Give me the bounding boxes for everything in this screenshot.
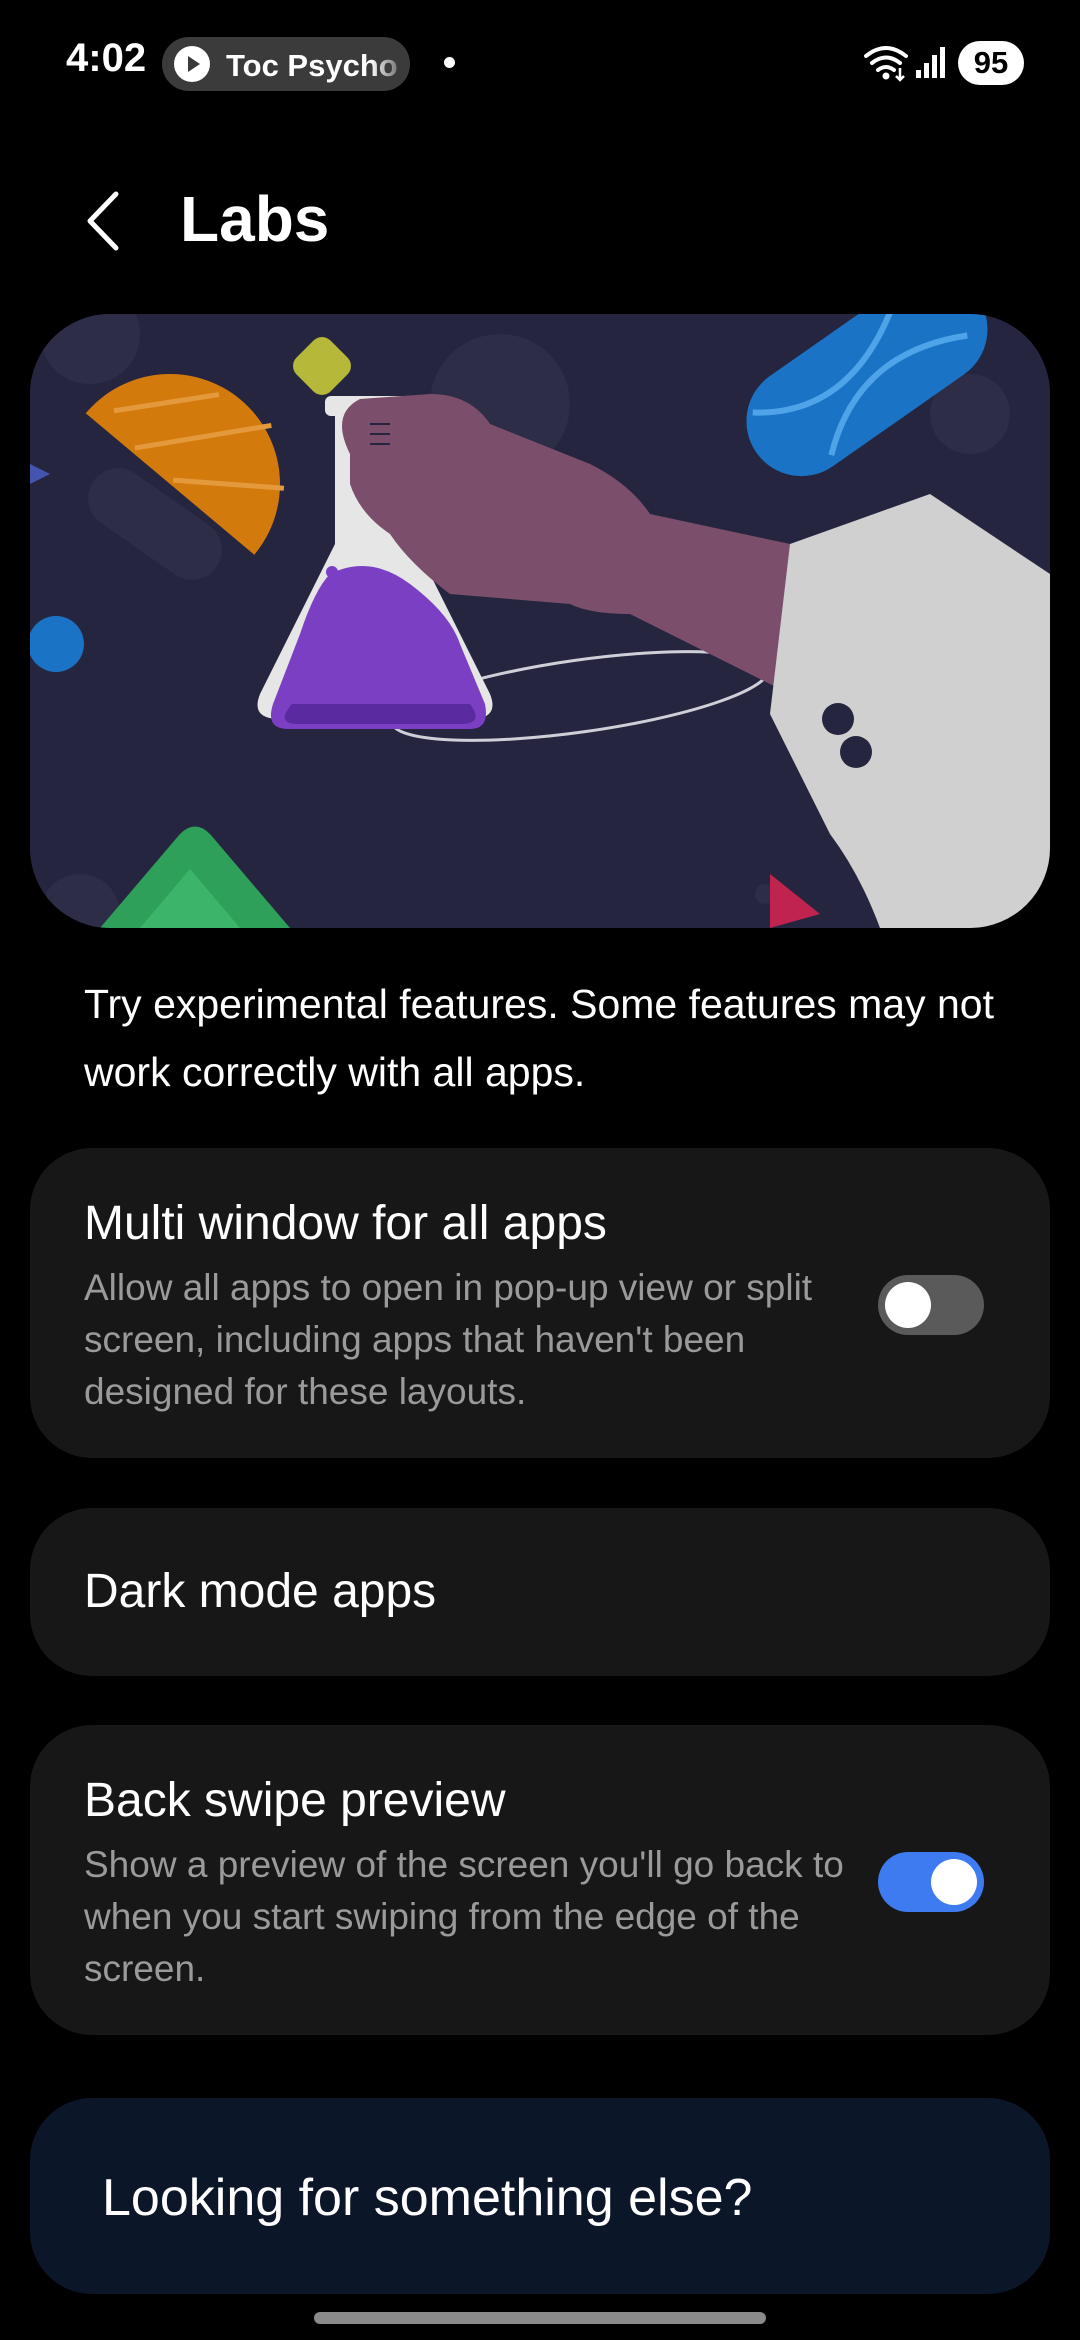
back-swipe-preview-setting[interactable]: Back swipe preview Show a preview of the…	[30, 1725, 1050, 2035]
lab-flask-illustration-icon	[30, 314, 1050, 928]
multi-window-title: Multi window for all apps	[84, 1197, 607, 1250]
status-bar: 4:02 Toc Psycho 95	[0, 0, 1080, 130]
media-chip[interactable]: Toc Psycho	[162, 37, 410, 91]
toggle-knob	[931, 1859, 977, 1905]
play-icon	[174, 46, 210, 82]
status-time: 4:02	[66, 36, 147, 80]
labs-hero-illustration	[30, 314, 1050, 928]
signal-icon	[916, 47, 945, 78]
battery-indicator: 95	[958, 41, 1024, 85]
labs-screen: 4:02 Toc Psycho 95 Labs Try experimental…	[0, 0, 1080, 2340]
wifi-icon	[864, 46, 908, 82]
labs-description: Try experimental features. Some features…	[84, 981, 994, 1095]
toggle-knob	[885, 1282, 931, 1328]
page-title: Labs	[180, 183, 330, 255]
notification-dot-icon	[444, 57, 455, 68]
multi-window-toggle[interactable]	[878, 1275, 984, 1335]
looking-for-something-else-card[interactable]: Looking for something else?	[30, 2098, 1050, 2294]
back-swipe-preview-title: Back swipe preview	[84, 1774, 506, 1827]
gesture-nav-handle[interactable]	[314, 2312, 766, 2324]
looking-for-something-else-title: Looking for something else?	[102, 2169, 753, 2227]
dark-mode-apps-title: Dark mode apps	[84, 1565, 437, 1618]
media-fade	[370, 37, 410, 91]
dark-mode-apps-setting[interactable]: Dark mode apps	[30, 1508, 1050, 1676]
multi-window-setting[interactable]: Multi window for all apps Allow all apps…	[30, 1148, 1050, 1458]
back-arrow-icon[interactable]	[76, 186, 132, 256]
back-swipe-preview-description: Show a preview of the screen you'll go b…	[84, 1844, 844, 1989]
back-swipe-preview-toggle[interactable]	[878, 1852, 984, 1912]
multi-window-description: Allow all apps to open in pop-up view or…	[84, 1267, 813, 1412]
